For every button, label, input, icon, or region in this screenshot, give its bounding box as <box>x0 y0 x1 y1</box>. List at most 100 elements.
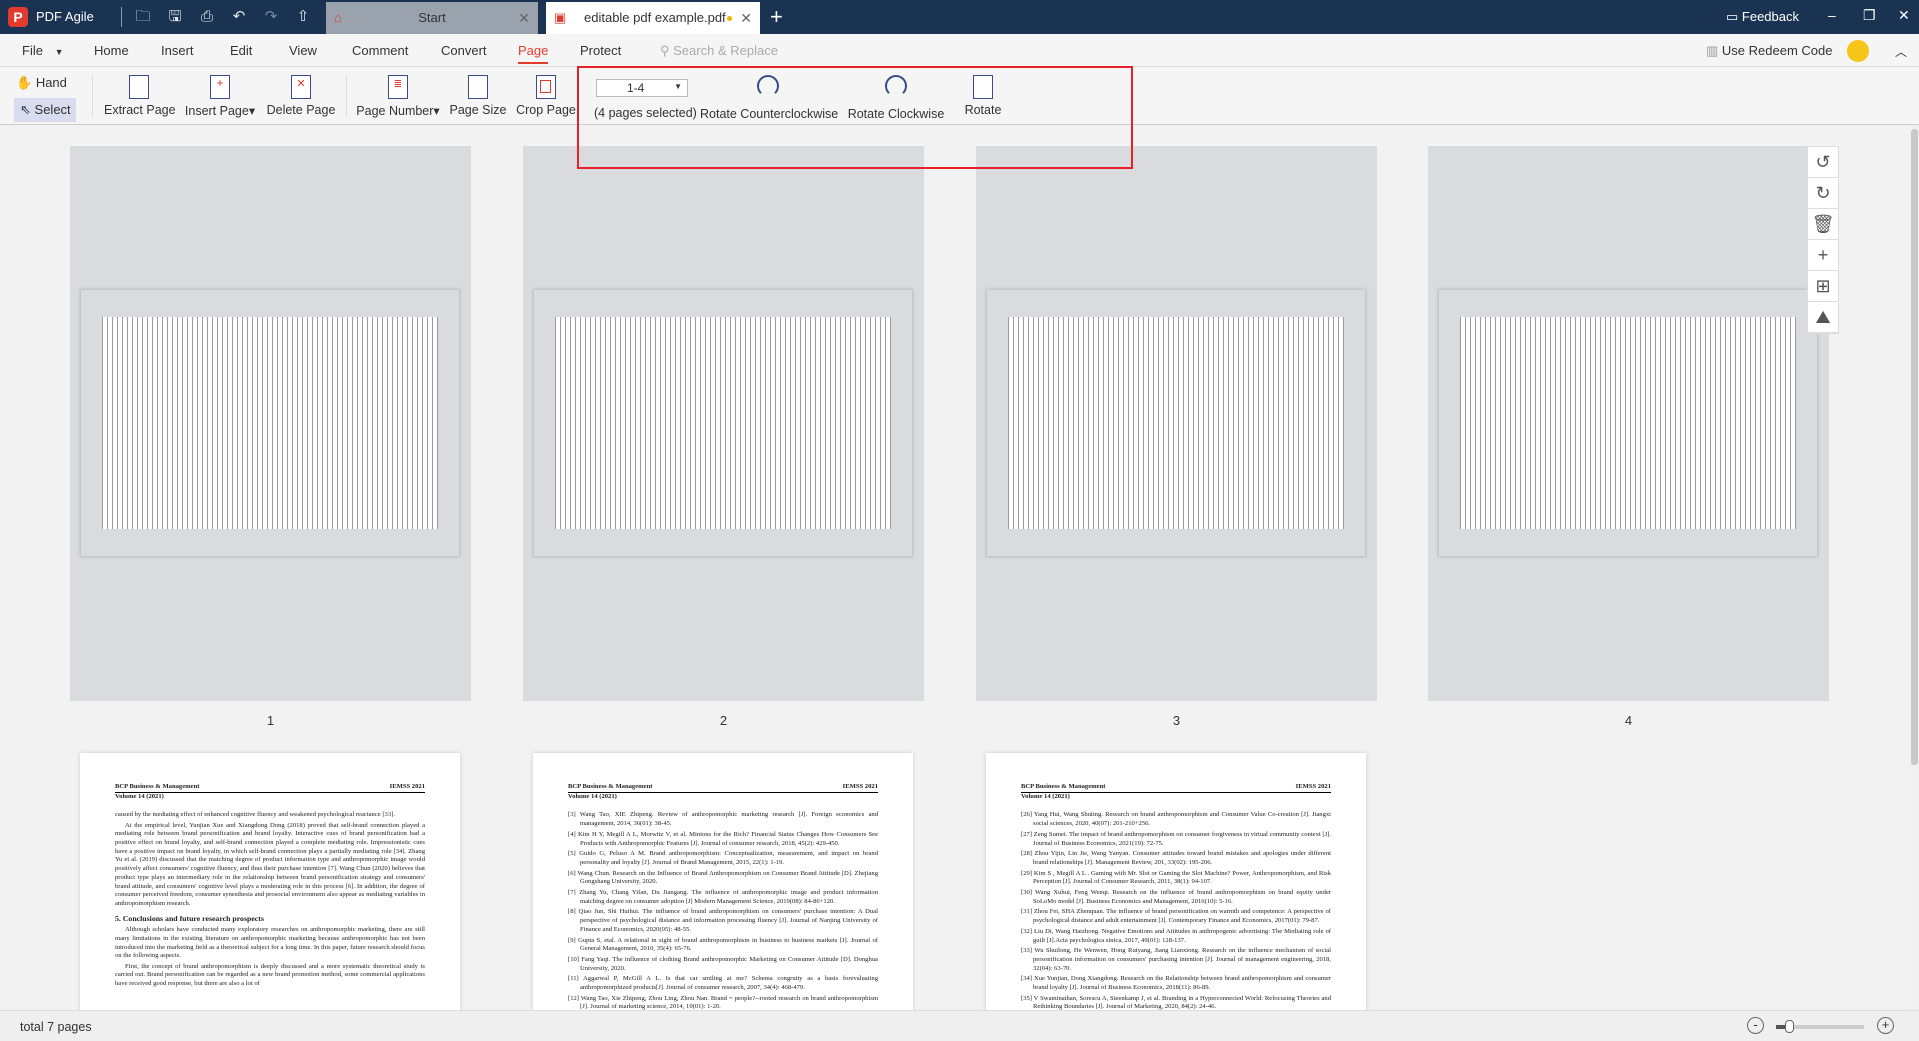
close-tab-icon[interactable]: ✕ <box>518 2 530 34</box>
zoom-handle[interactable] <box>1785 1020 1795 1033</box>
page-thumbnail-4[interactable] <box>1428 146 1829 701</box>
page-thumbnail-5[interactable]: BCP Business & Management IEMSS 2021 Volu… <box>80 753 460 1011</box>
zoom-out-button[interactable]: - <box>1747 1017 1764 1034</box>
delete-page-icon: ✕ <box>291 75 311 99</box>
menu-protect[interactable]: Protect <box>580 43 621 58</box>
print-icon[interactable]: ⎙ <box>198 7 216 27</box>
page-header: BCP Business & Management IEMSS 2021 <box>1021 783 1331 793</box>
extract-page-icon <box>129 75 149 99</box>
page-number-label: 4 <box>1624 713 1633 728</box>
search-replace[interactable]: ⚲ Search & Replace <box>660 43 778 59</box>
page-size-icon <box>468 75 488 99</box>
close-tab-icon[interactable]: ✕ <box>740 2 752 34</box>
tab-start[interactable]: ⌂ Start ✕ <box>326 2 538 34</box>
close-window-button[interactable]: ✕ <box>1898 7 1910 24</box>
reference-item: [34] Xue Yunjian, Dong Xiangdong. Resear… <box>1021 975 1331 992</box>
page-thumbnail-7[interactable]: BCP Business & Management IEMSS 2021 Volu… <box>986 753 1366 1011</box>
page-thumbnail-1[interactable] <box>70 146 471 701</box>
insert-image-icon[interactable]: ⛰ <box>1808 302 1838 333</box>
menu-page[interactable]: Page <box>518 43 549 64</box>
tab-document[interactable]: ▣ editable pdf example.pdf ✕ <box>546 2 760 34</box>
paragraph: caused by the mediating effect of enhanc… <box>115 811 395 819</box>
reference-item: [11] Aggarwal P, McGill A L. Is that car… <box>568 975 878 992</box>
menu-view[interactable]: View <box>289 43 317 58</box>
delete-page-button[interactable]: ✕ Delete Page <box>266 67 336 125</box>
plus-icon[interactable]: + <box>1808 240 1838 271</box>
menu-convert[interactable]: Convert <box>441 43 487 58</box>
trash-icon[interactable]: 🗑 <box>1808 209 1838 240</box>
page-thumbnail-3[interactable] <box>976 146 1377 701</box>
label: Page Number <box>356 104 434 118</box>
scrollbar-thumb[interactable] <box>1911 129 1918 765</box>
zoom-in-button[interactable]: + <box>1877 1017 1894 1034</box>
extract-page-button[interactable]: Extract Page <box>104 67 176 125</box>
app-logo-icon: P <box>8 7 28 27</box>
page-thumbnail-2[interactable] <box>523 146 924 701</box>
section-heading: 5. Conclusions and future research prosp… <box>115 913 264 923</box>
search-icon: ⚲ <box>660 43 674 58</box>
collapse-ribbon-icon[interactable]: ︿ <box>1895 43 1907 60</box>
redo-icon[interactable]: ↷ <box>262 7 280 27</box>
save-icon[interactable]: 🖫 <box>166 7 184 27</box>
title-bar: P PDF Agile 🗀 🖫 ⎙ ↶ ↷ ⇧ ⌂ Start ✕ ▣ edit… <box>0 0 1919 34</box>
reference-item: [35] V Swaminathan, Sorescu A, Steenkamp… <box>1021 994 1331 1011</box>
menu-insert[interactable]: Insert <box>161 43 194 58</box>
app-name: PDF Agile <box>36 9 94 24</box>
reference-item: [27] Zeng Sumei. The impact of brand ant… <box>1021 830 1331 847</box>
page-number-label: 2 <box>719 713 728 728</box>
volume-label: Volume 14 (2021) <box>115 792 164 800</box>
restore-button[interactable]: ❐ <box>1863 7 1876 24</box>
hand-tool[interactable]: ✋ Hand <box>16 75 67 91</box>
crop-page-icon <box>536 75 556 99</box>
chevron-down-icon: ▼ <box>54 47 64 57</box>
menu-file[interactable]: File ▼ <box>22 43 64 58</box>
select-label: Select <box>34 102 71 117</box>
crop-page-button[interactable]: Crop Page <box>516 67 576 125</box>
highlight-box <box>577 66 1133 169</box>
reference-item: [28] Zhou Yijin, Lin Jie, Wang Yanyan. C… <box>1021 850 1331 866</box>
page-number-label: 3 <box>1172 713 1181 728</box>
reference-item: [3] Wang Tao, XIE Zhipeng. Review of ant… <box>568 811 878 828</box>
status-bar: total 7 pages - + <box>0 1010 1919 1041</box>
reference-item: [5] Guido G, Peluso A M. Brand anthropom… <box>568 850 878 866</box>
reference-item: [10] Fang Yaqi. The influence of clothin… <box>568 955 878 972</box>
reference-item: [8] Qiao Jun, Shi Huihui. The influence … <box>568 908 878 933</box>
divider <box>92 75 93 117</box>
undo-icon[interactable]: ↶ <box>230 7 248 27</box>
page-header: BCP Business & Management IEMSS 2021 <box>568 783 878 793</box>
page-side-toolbar: ↺ ↻ 🗑 + ⊞ ⛰ <box>1807 146 1839 334</box>
menu-home[interactable]: Home <box>94 43 129 58</box>
vertical-scrollbar[interactable] <box>1910 125 1919 1011</box>
page-thumbnail-6[interactable]: BCP Business & Management IEMSS 2021 Volu… <box>533 753 913 1011</box>
feedback-button[interactable]: ▭ Feedback <box>1726 9 1799 25</box>
label: Page Size <box>449 103 507 117</box>
volume-label: Volume 14 (2021) <box>568 792 617 800</box>
paragraph: First, the concept of brand anthropomorp… <box>115 962 425 988</box>
menu-comment[interactable]: Comment <box>352 43 408 58</box>
label: Delete Page <box>266 103 336 117</box>
menu-edit[interactable]: Edit <box>230 43 252 58</box>
zoom-slider[interactable] <box>1776 1020 1864 1033</box>
label: Extract Page <box>104 103 176 117</box>
minimize-button[interactable]: – <box>1828 7 1836 23</box>
open-folder-icon[interactable]: 🗀 <box>134 7 152 27</box>
page-thumbnails-area: 1 2 3 4 BCP Business & Management IEMSS 2… <box>0 125 1910 1011</box>
redeem-label: Use Redeem Code <box>1721 43 1833 58</box>
page-number-icon: ≣ <box>388 75 408 99</box>
avatar[interactable] <box>1847 40 1869 62</box>
page-size-button[interactable]: Page Size <box>448 67 508 125</box>
menu-bar: File ▼ Home Insert Edit View Comment Con… <box>0 34 1919 67</box>
insert-page-icon: + <box>210 75 230 99</box>
select-tool[interactable]: ⇖ Select <box>14 98 76 122</box>
new-tab-button[interactable]: + <box>770 4 783 30</box>
reference-item: [30] Wang Xuhui, Feng Wenqi. Research on… <box>1021 889 1331 905</box>
insert-page-icon[interactable]: ⊞ <box>1808 271 1838 302</box>
page-preview <box>80 289 460 557</box>
rotate-cw-icon[interactable]: ↻ <box>1808 178 1838 209</box>
upgrade-icon[interactable]: ⇧ <box>294 7 312 27</box>
rotate-ccw-icon[interactable]: ↺ <box>1808 147 1838 178</box>
page-number-button[interactable]: ≣ Page Number▾ <box>356 67 440 125</box>
redeem-code-button[interactable]: ▥ Use Redeem Code <box>1706 43 1832 59</box>
paragraph: Although scholars have conducted many ex… <box>115 926 425 960</box>
insert-page-button[interactable]: + Insert Page▾ <box>184 67 256 125</box>
